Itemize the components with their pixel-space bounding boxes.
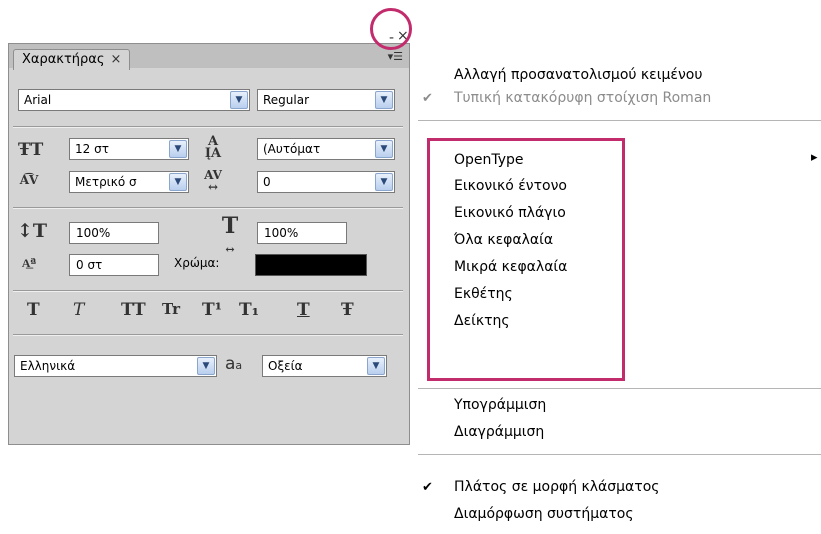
menu-separator [418, 120, 821, 121]
character-panel: Χαρακτήρας × ▾☰ Arial ▼ Regular ▼ ŦT 12 σ… [8, 43, 410, 445]
submenu-arrow-icon: ▸ [811, 150, 818, 165]
language-select[interactable]: Ελληνικά ▼ [14, 355, 217, 377]
superscript-button[interactable]: T¹ [202, 300, 222, 320]
horizontal-scale-icon: T ↔ [221, 213, 239, 256]
font-style-select[interactable]: Regular ▼ [257, 89, 395, 111]
kerning-select[interactable]: Μετρικό σ ▼ [69, 171, 189, 193]
kerning-icon: A͡V [19, 173, 39, 187]
antialias-value: Οξεία [268, 359, 303, 373]
tab-close-icon[interactable]: × [110, 52, 121, 67]
chevron-down-icon[interactable]: ▼ [169, 173, 187, 191]
vertical-scale-icon: ↕T [17, 220, 48, 242]
color-swatch[interactable] [255, 254, 367, 276]
check-icon: ✔ [422, 91, 433, 106]
all-caps-button[interactable]: TT [121, 300, 146, 320]
subscript-button[interactable]: T₁ [239, 300, 259, 320]
tracking-select[interactable]: 0 ▼ [257, 171, 395, 193]
panel-tab-strip: Χαρακτήρας × ▾☰ [9, 44, 409, 70]
leading-icon: A ĮA [204, 134, 222, 161]
font-size-icon: ŦT [18, 140, 44, 160]
small-caps-button[interactable]: Tr [162, 300, 180, 318]
check-icon: ✔ [422, 480, 433, 495]
leading-select[interactable]: (Αυτόματ ▼ [257, 138, 395, 160]
color-label: Χρώμα: [174, 256, 220, 270]
menu-item-standard-vertical-roman: Τυπική κατακόρυφη στοίχιση Roman [454, 90, 712, 106]
baseline-shift-input[interactable]: 0 στ [69, 254, 159, 276]
chevron-down-icon[interactable]: ▼ [230, 91, 248, 109]
tab-character[interactable]: Χαρακτήρας × [13, 49, 131, 70]
menu-item-system-layout[interactable]: Διαμόρφωση συστήματος [454, 506, 634, 522]
horizontal-scale-input[interactable]: 100% [257, 222, 347, 244]
highlight-circle [370, 8, 412, 50]
underline-button[interactable]: T [297, 300, 310, 320]
antialias-icon: aa [225, 354, 242, 374]
menu-item-strikethrough[interactable]: Διαγράμμιση [454, 424, 544, 440]
chevron-down-icon[interactable]: ▼ [367, 357, 385, 375]
tracking-icon: AV ↔ [204, 168, 222, 194]
antialias-icon-sub: a [235, 359, 243, 372]
vertical-scale-input[interactable]: 100% [69, 222, 159, 244]
divider [13, 334, 403, 336]
divider [13, 290, 403, 292]
strikethrough-button[interactable]: Ŧ [341, 300, 354, 320]
chevron-down-icon[interactable]: ▼ [197, 357, 215, 375]
chevron-down-icon[interactable]: ▼ [375, 140, 393, 158]
font-family-select[interactable]: Arial ▼ [18, 89, 250, 111]
menu-separator [418, 388, 821, 389]
tab-label: Χαρακτήρας [22, 52, 105, 67]
font-size-value: 12 στ [75, 142, 109, 156]
menu-separator [418, 454, 821, 455]
menu-item-change-text-orientation[interactable]: Αλλαγή προσανατολισμού κειμένου [454, 67, 702, 83]
antialias-select[interactable]: Οξεία ▼ [262, 355, 387, 377]
language-value: Ελληνικά [20, 359, 76, 373]
menu-item-underline[interactable]: Υπογράμμιση [454, 397, 546, 413]
font-family-value: Arial [24, 93, 52, 107]
panel-menu-icon[interactable]: ▾☰ [388, 50, 403, 63]
chevron-down-icon[interactable]: ▼ [375, 173, 393, 191]
divider [13, 126, 403, 128]
chevron-down-icon[interactable]: ▼ [169, 140, 187, 158]
font-style-value: Regular [263, 93, 310, 107]
highlight-box [427, 138, 625, 381]
faux-italic-button[interactable]: T [73, 300, 84, 320]
leading-value: (Αυτόματ [263, 142, 321, 156]
tracking-value: 0 [263, 175, 271, 189]
kerning-value: Μετρικό σ [75, 175, 137, 189]
baseline-shift-icon: A͟ª [21, 256, 37, 270]
faux-bold-button[interactable]: T [27, 300, 40, 320]
chevron-down-icon[interactable]: ▼ [375, 91, 393, 109]
divider [13, 207, 403, 209]
menu-item-fractional-widths[interactable]: Πλάτος σε μορφή κλάσματος [454, 479, 660, 495]
antialias-icon-main: a [225, 354, 236, 374]
font-size-select[interactable]: 12 στ ▼ [69, 138, 189, 160]
